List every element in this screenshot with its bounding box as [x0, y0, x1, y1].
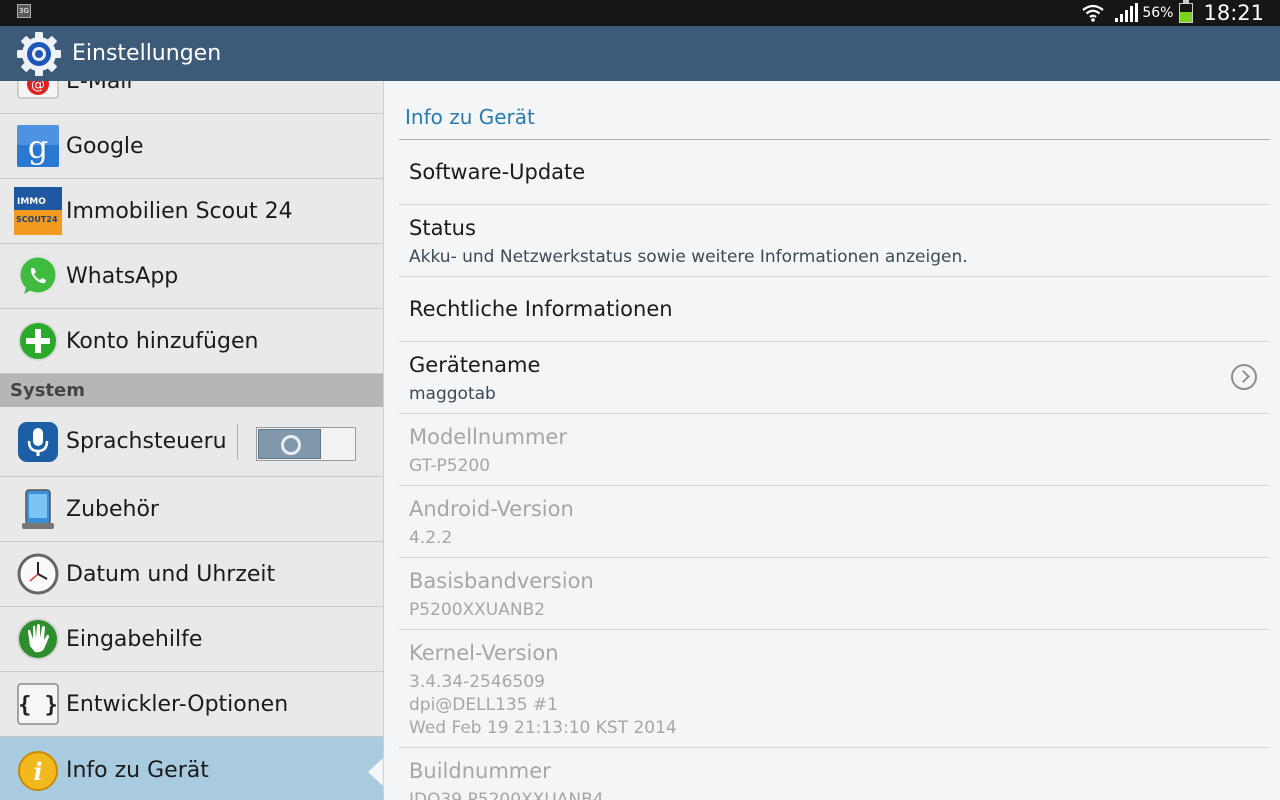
voice-control-toggle[interactable] [256, 427, 356, 461]
item-subtitle: P5200XXUANB2 [409, 600, 546, 620]
item-title: Rechtliche Informationen [409, 297, 673, 321]
selection-pointer [368, 758, 383, 786]
whatsapp-icon [15, 253, 61, 299]
braces-icon: { } [15, 681, 61, 727]
item-title: Kernel-Version [409, 641, 559, 665]
sidebar-item-voice-control[interactable]: Sprachsteuerung [0, 407, 383, 477]
sidebar-item-google[interactable]: g Google [0, 114, 383, 179]
section-header-label: System [10, 380, 85, 401]
item-legal-info[interactable]: Rechtliche Informationen [399, 277, 1270, 342]
item-subtitle: maggotab [409, 384, 496, 404]
immoscout-icon-text-top: IMMO [17, 197, 46, 207]
sidebar-item-label: Sprachsteuerung [66, 429, 228, 454]
panel-title: Info zu Gerät [405, 105, 535, 129]
sidebar-item-label: Info zu Gerät [66, 758, 209, 783]
sidebar-item-label: E-Mail [66, 81, 133, 94]
item-title: Modellnummer [409, 425, 567, 449]
add-account-icon [15, 318, 61, 364]
battery-percent: 56% [1142, 5, 1174, 21]
sidebar-item-email[interactable]: @ E-Mail [0, 81, 383, 114]
immoscout-icon: IMMO SCOUT24 [14, 187, 62, 235]
app-title: Einstellungen [72, 41, 222, 66]
braces-icon-text: { } [18, 693, 58, 718]
sidebar-item-label: Google [66, 133, 144, 159]
toggle-knob [258, 429, 321, 459]
accessory-icon [15, 486, 61, 532]
status-indicators: 56% 18:21 [1082, 0, 1264, 26]
item-baseband-version: Basisbandversion P5200XXUANB2 [399, 558, 1270, 630]
battery-fill [1180, 11, 1193, 22]
item-subtitle-line: 3.4.34-2546509 [409, 672, 545, 692]
chevron-right-icon[interactable] [1231, 364, 1257, 390]
divider [237, 424, 238, 460]
hand-icon [15, 616, 61, 662]
item-subtitle: GT-P5200 [409, 456, 491, 476]
sim-3g-icon: 3G [17, 4, 31, 18]
action-bar: Einstellungen [0, 26, 1280, 81]
wifi-icon [1082, 4, 1105, 22]
battery-icon [1179, 0, 1194, 23]
section-header-system: System [0, 374, 383, 407]
info-icon-text: i [33, 757, 42, 786]
sidebar-item-label: Datum und Uhrzeit [66, 561, 276, 587]
svg-text:@: @ [31, 81, 45, 93]
sidebar-item-label: Entwickler-Optionen [66, 691, 289, 717]
google-icon: g [15, 123, 61, 169]
sidebar-item-label: WhatsApp [66, 263, 179, 289]
item-status[interactable]: Status Akku- und Netzwerkstatus sowie we… [399, 205, 1270, 277]
sidebar-item-label: Eingabehilfe [66, 626, 203, 652]
item-title: Buildnummer [409, 759, 551, 783]
item-title: Status [409, 216, 476, 240]
device-info-panel: Info zu Gerät Software-Update Status Akk… [383, 81, 1280, 800]
sidebar-item-label: Konto hinzufügen [66, 328, 259, 354]
item-title: Gerätename [409, 353, 541, 377]
status-bar: 3G 56% 18:21 [0, 0, 1280, 26]
settings-gear-icon[interactable] [15, 30, 63, 78]
item-subtitle: Akku- und Netzwerkstatus sowie weitere I… [409, 247, 968, 267]
clock-icon [15, 551, 61, 597]
item-subtitle: JDQ39.P5200XXUANB4 [409, 790, 604, 800]
signal-strength-icon [1115, 3, 1139, 22]
item-model-number: Modellnummer GT-P5200 [399, 414, 1270, 486]
sidebar-item-accessories[interactable]: Zubehör [0, 477, 383, 542]
sidebar-item-whatsapp[interactable]: WhatsApp [0, 244, 383, 309]
svg-text:g: g [28, 128, 48, 166]
immoscout-icon-text-bottom: SCOUT24 [16, 215, 58, 224]
item-device-name[interactable]: Gerätename maggotab [399, 342, 1270, 414]
sidebar-item-accessibility[interactable]: Eingabehilfe [0, 607, 383, 672]
item-build-number: Buildnummer JDQ39.P5200XXUANB4 [399, 748, 1270, 800]
sidebar-item-label: Immobilien Scout 24 [66, 198, 293, 224]
email-icon: @ [15, 81, 61, 104]
sidebar-item-developer-options[interactable]: { } Entwickler-Optionen [0, 672, 383, 737]
sidebar-item-immoscout[interactable]: IMMO SCOUT24 Immobilien Scout 24 [0, 179, 383, 244]
item-subtitle-line: dpi@DELL135 #1 [409, 695, 558, 715]
sidebar-item-device-info[interactable]: i Info zu Gerät [0, 737, 383, 800]
item-subtitle: 4.2.2 [409, 528, 453, 548]
clock-time: 18:21 [1203, 1, 1264, 25]
item-title: Basisbandversion [409, 569, 594, 593]
sidebar-item-add-account[interactable]: Konto hinzufügen [0, 309, 383, 374]
microphone-icon [15, 419, 61, 465]
info-icon: i [15, 748, 61, 794]
sidebar-item-date-time[interactable]: Datum und Uhrzeit [0, 542, 383, 607]
item-android-version: Android-Version 4.2.2 [399, 486, 1270, 558]
item-title: Software-Update [409, 160, 586, 184]
item-software-update[interactable]: Software-Update [399, 140, 1270, 205]
settings-sidebar[interactable]: @ E-Mail g Google IMMO SCOUT24 Immobilie… [0, 81, 383, 800]
item-subtitle-line: Wed Feb 19 21:13:10 KST 2014 [409, 718, 677, 738]
item-title: Android-Version [409, 497, 574, 521]
sidebar-item-label: Zubehör [66, 496, 159, 522]
item-kernel-version: Kernel-Version 3.4.34-2546509 dpi@DELL13… [399, 630, 1270, 748]
